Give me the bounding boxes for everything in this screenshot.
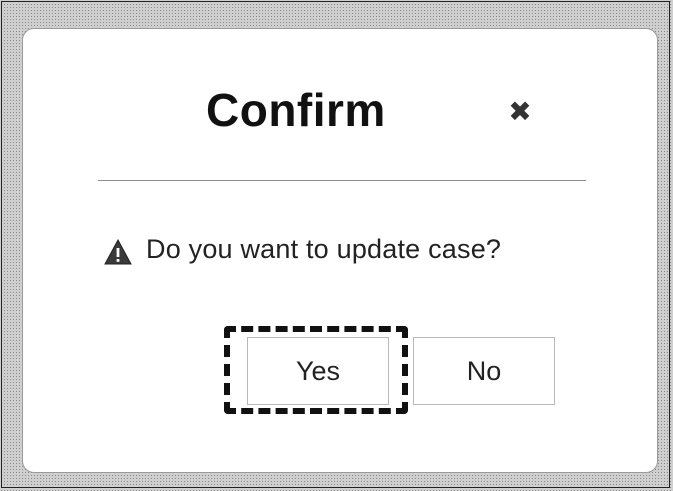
- yes-button[interactable]: Yes: [247, 337, 389, 405]
- title-divider: [98, 180, 586, 181]
- warning-icon: [104, 239, 132, 265]
- message-row: Do you want to update case?: [104, 229, 501, 269]
- dialog-message: Do you want to update case?: [146, 233, 502, 264]
- close-icon[interactable]: ✖: [505, 97, 535, 127]
- dialog-title: Confirm: [206, 84, 386, 136]
- no-button[interactable]: No: [413, 337, 555, 405]
